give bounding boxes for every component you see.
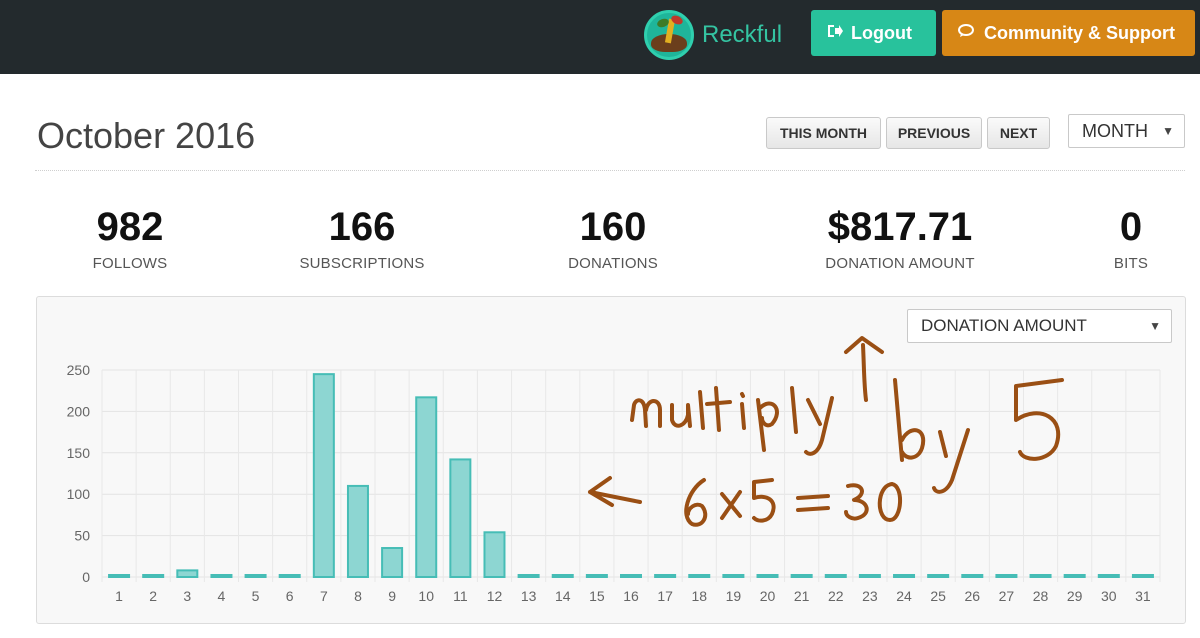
x-tick-label: 4 xyxy=(218,588,226,604)
x-tick-label: 30 xyxy=(1101,588,1117,604)
x-tick-label: 31 xyxy=(1135,588,1151,604)
chart-bar xyxy=(961,574,984,578)
x-tick-label: 17 xyxy=(657,588,673,604)
x-tick-label: 26 xyxy=(965,588,981,604)
chart-bar xyxy=(893,574,916,578)
metric-select[interactable]: DONATION AMOUNT ▼ xyxy=(907,309,1172,343)
x-tick-label: 21 xyxy=(794,588,810,604)
y-tick-label: 250 xyxy=(67,362,91,378)
chart-bar xyxy=(722,574,745,578)
x-tick-label: 12 xyxy=(487,588,503,604)
y-tick-label: 150 xyxy=(67,445,91,461)
x-tick-label: 1 xyxy=(115,588,123,604)
chart-bar xyxy=(1131,574,1154,578)
chart-bar xyxy=(244,574,267,578)
x-tick-label: 28 xyxy=(1033,588,1049,604)
chart-bar xyxy=(790,574,813,578)
x-tick-label: 13 xyxy=(521,588,537,604)
x-tick-label: 7 xyxy=(320,588,328,604)
x-tick-label: 11 xyxy=(453,588,468,604)
chart-bar xyxy=(381,547,404,579)
y-tick-label: 50 xyxy=(74,528,90,544)
metric-select-value: DONATION AMOUNT xyxy=(921,316,1087,335)
chart-bar xyxy=(176,569,199,578)
chart-bar xyxy=(688,574,711,578)
chart-bar xyxy=(1097,574,1120,578)
chart-bar xyxy=(449,458,472,579)
x-tick-label: 25 xyxy=(930,588,946,604)
chart-bar xyxy=(1063,574,1086,578)
x-tick-label: 24 xyxy=(896,588,912,604)
x-tick-label: 9 xyxy=(388,588,396,604)
y-tick-label: 100 xyxy=(67,486,91,502)
x-tick-label: 20 xyxy=(760,588,776,604)
chart-bar xyxy=(858,574,881,578)
y-tick-label: 0 xyxy=(82,569,90,585)
x-tick-label: 5 xyxy=(252,588,260,604)
chart-bar xyxy=(415,396,438,578)
y-tick-label: 200 xyxy=(67,403,91,419)
x-tick-label: 8 xyxy=(354,588,362,604)
x-tick-label: 6 xyxy=(286,588,294,604)
caret-down-icon: ▼ xyxy=(1149,319,1161,333)
chart-bar xyxy=(346,484,369,579)
chart-bar xyxy=(142,574,165,578)
chart-bar xyxy=(824,574,847,578)
x-tick-label: 2 xyxy=(149,588,157,604)
chart-bar xyxy=(585,574,608,578)
x-tick-label: 19 xyxy=(726,588,742,604)
chart-bar xyxy=(927,574,950,578)
chart-bar xyxy=(1029,574,1052,578)
x-tick-label: 22 xyxy=(828,588,844,604)
x-tick-label: 15 xyxy=(589,588,605,604)
chart-bar xyxy=(483,531,506,579)
chart-bar xyxy=(620,574,642,578)
chart-bar xyxy=(995,574,1018,578)
chart-bar xyxy=(551,574,574,578)
x-tick-label: 10 xyxy=(418,588,434,604)
x-tick-label: 3 xyxy=(183,588,191,604)
chart-bar xyxy=(210,574,233,578)
chart-bar xyxy=(517,574,540,578)
chart-bar xyxy=(654,574,677,578)
x-tick-label: 23 xyxy=(862,588,878,604)
x-tick-label: 16 xyxy=(623,588,639,604)
x-tick-label: 14 xyxy=(555,588,571,604)
chart-bar xyxy=(108,574,131,578)
chart-bar xyxy=(312,373,335,579)
chart-bar xyxy=(278,574,301,578)
x-tick-label: 18 xyxy=(691,588,707,604)
x-tick-label: 27 xyxy=(999,588,1015,604)
chart-bar xyxy=(756,574,779,578)
x-tick-label: 29 xyxy=(1067,588,1083,604)
